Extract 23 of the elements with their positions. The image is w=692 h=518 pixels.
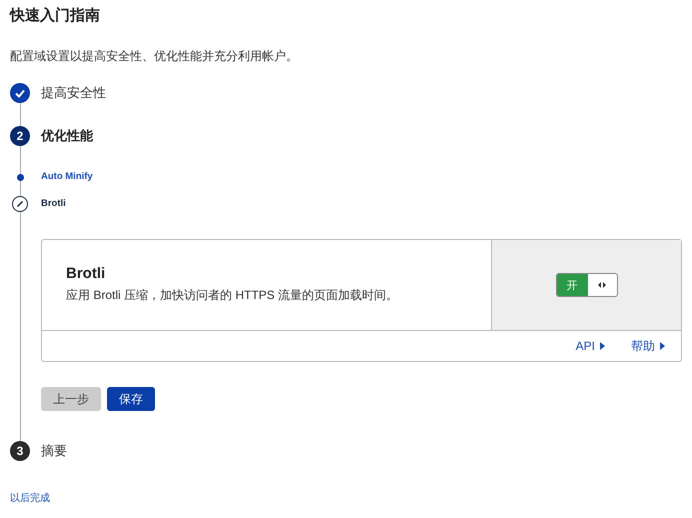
save-button[interactable]: 保存 bbox=[107, 387, 155, 411]
step-label: 优化性能 bbox=[41, 127, 94, 145]
substep-label[interactable]: Auto Minify bbox=[41, 169, 682, 185]
step-label: 摘要 bbox=[41, 442, 68, 460]
caret-icon bbox=[660, 342, 665, 350]
drag-handle-icon bbox=[598, 282, 606, 288]
caret-icon bbox=[600, 342, 605, 350]
substep-dot bbox=[16, 174, 24, 180]
card-title: Brotli bbox=[66, 265, 106, 283]
step-label: 提高安全性 bbox=[41, 84, 107, 102]
card-link[interactable]: 帮助 bbox=[631, 338, 665, 354]
step-number: 3 bbox=[10, 441, 30, 461]
back-button[interactable]: 上一步 bbox=[41, 387, 101, 411]
card-link[interactable]: API bbox=[576, 339, 605, 353]
toggle-switch[interactable]: 开 bbox=[556, 273, 618, 297]
substep-label[interactable]: Brotli bbox=[41, 196, 682, 212]
step-number: 2 bbox=[10, 126, 30, 146]
page-subtitle: 配置域设置以提高安全性、优化性能并充分利用帐户。 bbox=[10, 48, 299, 65]
pencil-icon bbox=[12, 196, 28, 212]
finish-later-link[interactable]: 以后完成 bbox=[10, 491, 50, 505]
page-title: 快速入门指南 bbox=[10, 6, 101, 26]
check-icon bbox=[10, 83, 30, 103]
card-description: 应用 Brotli 压缩，加快访问者的 HTTPS 流量的页面加载时间。 bbox=[66, 287, 400, 304]
